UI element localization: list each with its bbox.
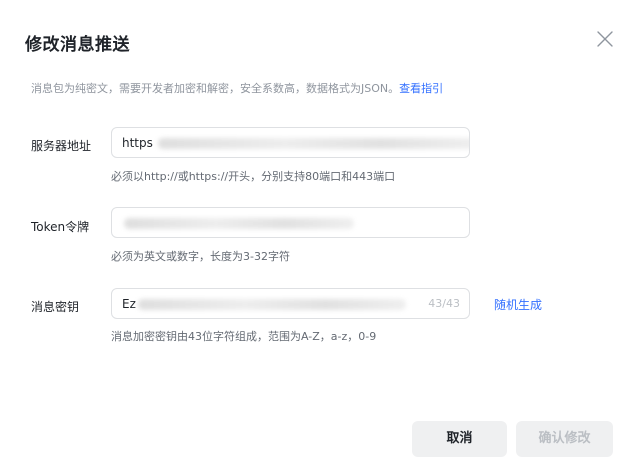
cancel-button[interactable]: 取消 [412,421,507,457]
token-input[interactable] [111,207,470,238]
server-address-input[interactable]: https [111,127,470,158]
message-key-value: Ez [122,297,136,311]
server-address-hint: 必须以http://或https://开头，分别支持80端口和443端口 [111,170,396,183]
random-generate-link[interactable]: 随机生成 [494,296,542,313]
token-hint: 必须为英文或数字，长度为3-32字符 [111,250,290,263]
message-key-label: 消息密钥 [31,300,80,314]
token-label: Token令牌 [31,220,90,234]
server-address-value: https [122,136,153,150]
confirm-button[interactable]: 确认修改 [516,421,613,457]
dialog-title: 修改消息推送 [25,35,130,55]
edit-message-push-dialog: 修改消息推送 消息包为纯密文，需要开发者加密和解密，安全系数高，数据格式为JSO… [0,0,638,475]
server-address-label: 服务器地址 [31,139,92,153]
close-icon [593,27,617,51]
redacted-value [158,138,469,149]
message-key-input[interactable]: Ez 43/43 [111,288,470,319]
description-text: 消息包为纯密文，需要开发者加密和解密，安全系数高，数据格式为JSON。 [31,82,400,95]
dialog-description: 消息包为纯密文，需要开发者加密和解密，安全系数高，数据格式为JSON。查看指引 [31,80,443,96]
message-key-hint: 消息加密密钥由43位字符组成，范围为A-Z，a-z，0-9 [111,330,377,343]
redacted-value [124,218,354,229]
character-counter: 43/43 [428,297,460,310]
guide-link[interactable]: 查看指引 [399,82,443,95]
redacted-value [138,299,406,310]
close-button[interactable] [593,27,617,51]
